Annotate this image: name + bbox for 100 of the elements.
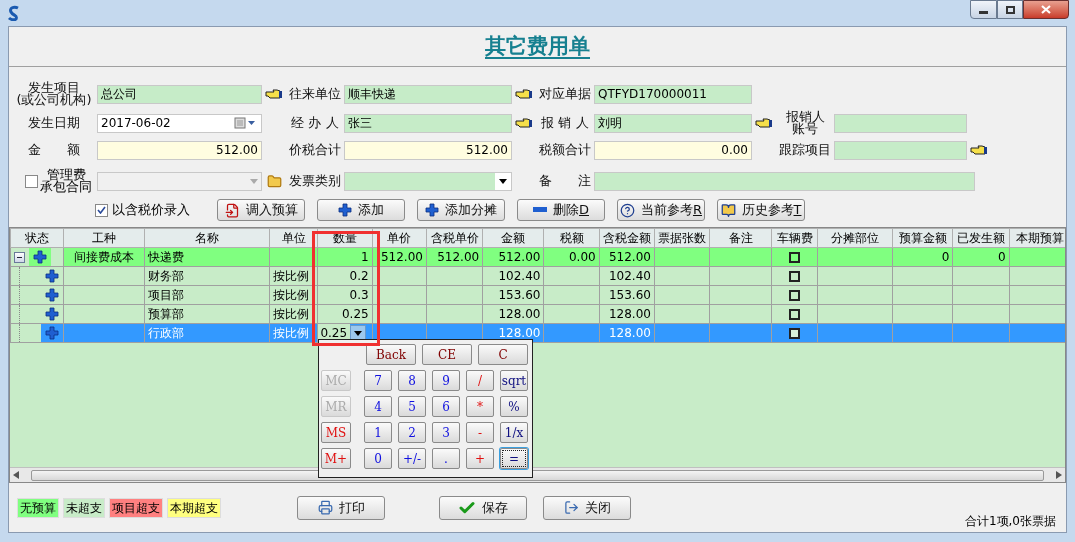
calculator-key[interactable]: 6: [432, 396, 460, 417]
text-field[interactable]: 刘明: [594, 113, 752, 133]
collapse-toggle[interactable]: [14, 251, 25, 263]
pointing-hand-icon[interactable]: [970, 144, 988, 156]
column-header[interactable]: 税额: [543, 228, 600, 248]
calculator-key[interactable]: M+: [321, 448, 351, 469]
plus-icon: [425, 203, 439, 217]
amount-field[interactable]: 512.00: [344, 140, 512, 160]
dropdown-arrow-icon: [499, 178, 507, 184]
text-field[interactable]: 张三: [344, 113, 512, 133]
column-header[interactable]: 状态: [10, 228, 64, 248]
toolbar-button[interactable]: 历史参考T: [717, 199, 805, 221]
dropdown-arrow-icon: [250, 178, 258, 184]
text-field[interactable]: [834, 140, 967, 160]
table-cell: 128.00: [608, 326, 651, 340]
calculator-key[interactable]: 8: [398, 370, 426, 391]
checkbox-label: 以含税价录入: [112, 201, 190, 220]
checkbox[interactable]: [789, 252, 801, 263]
calculator-key[interactable]: 1: [364, 422, 392, 443]
calculator-key[interactable]: /: [466, 370, 494, 391]
table-cell: 按比例: [273, 326, 310, 340]
checkbox[interactable]: [789, 271, 801, 282]
column-header[interactable]: 名称: [144, 228, 270, 248]
column-header[interactable]: 车辆费: [772, 228, 818, 248]
calculator-key[interactable]: 1/x: [500, 422, 528, 443]
scroll-left-icon[interactable]: [13, 471, 19, 479]
calculator-key[interactable]: +/-: [398, 448, 426, 469]
text-field[interactable]: [834, 113, 967, 133]
checkbox[interactable]: [789, 309, 801, 320]
column-header[interactable]: 含税金额: [599, 228, 655, 248]
calculator-key[interactable]: *: [466, 396, 494, 417]
column-header[interactable]: 单价: [372, 228, 427, 248]
book-icon: [720, 202, 736, 218]
column-header[interactable]: 金额: [482, 228, 544, 248]
footer-button[interactable]: 关闭: [543, 495, 631, 520]
footer-button[interactable]: 打印: [297, 495, 385, 520]
calculator-key[interactable]: CE: [422, 344, 472, 365]
table-cell: 0.2: [349, 269, 369, 283]
field-label: 发生日期: [28, 117, 80, 129]
pointing-hand-icon[interactable]: [515, 88, 533, 100]
amount-field[interactable]: 0.00: [594, 140, 752, 160]
toolbar-button[interactable]: 添加分摊: [417, 199, 505, 221]
table-cell: 间接费成本: [73, 250, 134, 264]
toolbar-button[interactable]: 当前参考R: [617, 199, 705, 221]
calculator-key[interactable]: =: [500, 448, 528, 469]
calculator-key[interactable]: %: [500, 396, 528, 417]
pointing-hand-icon[interactable]: [265, 88, 283, 100]
add-row-icon: [33, 250, 47, 264]
toolbar-button[interactable]: 删除D: [517, 199, 605, 221]
column-header[interactable]: 单位: [269, 228, 318, 248]
column-header[interactable]: 票据张数: [654, 228, 710, 248]
scroll-right-icon[interactable]: [1056, 471, 1062, 479]
text-field[interactable]: 顺丰快递: [344, 84, 512, 104]
calculator-key[interactable]: 4: [364, 396, 392, 417]
add-row-icon: [45, 326, 60, 340]
calculator-key[interactable]: MS: [321, 422, 351, 443]
import-icon: [224, 202, 240, 218]
table-cell: 0: [941, 250, 950, 264]
toolbar-button[interactable]: 添加: [317, 199, 405, 221]
checkbox[interactable]: [789, 290, 801, 301]
calculator-key[interactable]: 7: [364, 370, 392, 391]
column-header[interactable]: 工种: [63, 228, 145, 248]
calculator-key[interactable]: 2: [398, 422, 426, 443]
calculator-key[interactable]: 0: [364, 448, 392, 469]
calendar-icon: [234, 117, 258, 129]
column-header[interactable]: 备注: [709, 228, 772, 248]
column-header[interactable]: 含税单价: [426, 228, 483, 248]
checkbox[interactable]: [95, 203, 108, 217]
table-cell: 128.00: [498, 326, 541, 340]
pointing-hand-icon[interactable]: [515, 117, 533, 129]
checkbox[interactable]: [25, 174, 38, 188]
table-cell: 128.00: [608, 307, 651, 321]
toolbar-button[interactable]: 调入预算: [217, 199, 305, 221]
dropdown-field[interactable]: [344, 171, 512, 191]
calculator-key[interactable]: sqrt: [500, 370, 528, 391]
column-header[interactable]: 本期预算: [1009, 228, 1065, 248]
checkbox[interactable]: [789, 328, 801, 339]
printer-icon: [317, 500, 333, 515]
text-field[interactable]: QTFYD170000011: [594, 84, 752, 104]
amount-field[interactable]: 512.00: [97, 140, 262, 160]
calculator-key[interactable]: Back: [366, 344, 416, 365]
pointing-hand-icon[interactable]: [755, 117, 773, 129]
date-picker[interactable]: 2017-06-02: [97, 113, 262, 133]
text-field[interactable]: [594, 171, 975, 191]
text-field[interactable]: 总公司: [97, 84, 262, 104]
footer-button[interactable]: 保存: [439, 495, 527, 520]
calculator-key[interactable]: -: [466, 422, 494, 443]
folder-icon[interactable]: [266, 173, 282, 189]
calculator-key[interactable]: 9: [432, 370, 460, 391]
calculator-key[interactable]: C: [478, 344, 528, 365]
column-header[interactable]: 预算金额: [892, 228, 953, 248]
calculator-key[interactable]: +: [466, 448, 494, 469]
calculator-key[interactable]: 3: [432, 422, 460, 443]
calculator-key[interactable]: 5: [398, 396, 426, 417]
close-button[interactable]: [1023, 0, 1069, 19]
minimize-button[interactable]: [970, 0, 997, 19]
column-header[interactable]: 已发生额: [952, 228, 1010, 248]
calculator-key[interactable]: .: [432, 448, 460, 469]
maximize-button[interactable]: [997, 0, 1023, 19]
column-header[interactable]: 分摊部位: [817, 228, 893, 248]
